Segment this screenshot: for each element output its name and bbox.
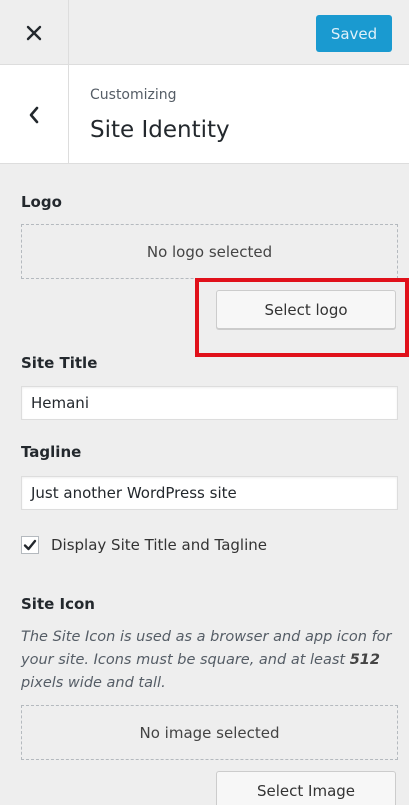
site-title-label: Site Title (21, 354, 98, 372)
chevron-left-icon (29, 106, 39, 123)
saved-button[interactable]: Saved (316, 15, 392, 52)
site-icon-placeholder: No image selected (21, 705, 398, 760)
select-image-button[interactable]: Select Image (216, 771, 396, 805)
site-title-input[interactable]: Hemani (21, 386, 398, 420)
tagline-input[interactable]: Just another WordPress site (21, 476, 398, 510)
back-button[interactable] (0, 65, 69, 164)
site-icon-label: Site Icon (21, 595, 95, 613)
display-title-tagline-row[interactable]: Display Site Title and Tagline (21, 536, 267, 554)
customizer-topbar: Saved (0, 0, 409, 65)
site-icon-description-start: The Site Icon is used as a browser and a… (21, 629, 392, 668)
logo-placeholder-text: No logo selected (146, 242, 273, 261)
page-title: Site Identity (90, 117, 230, 143)
tagline-label: Tagline (21, 443, 82, 461)
site-icon-description-size: 512 (349, 652, 380, 668)
highlight-box (195, 278, 409, 357)
logo-label: Logo (21, 193, 62, 211)
logo-placeholder: No logo selected (21, 224, 398, 279)
checkmark-icon (23, 539, 37, 551)
close-icon (26, 25, 42, 40)
site-icon-description: The Site Icon is used as a browser and a… (21, 626, 401, 695)
site-icon-description-end: pixels wide and tall. (21, 675, 166, 691)
close-button[interactable] (0, 0, 69, 65)
display-title-tagline-checkbox[interactable] (21, 536, 39, 554)
display-title-tagline-label: Display Site Title and Tagline (51, 536, 267, 554)
site-icon-placeholder-text: No image selected (139, 723, 280, 742)
section-header: Customizing Site Identity (0, 65, 409, 164)
breadcrumb: Customizing (90, 87, 177, 103)
